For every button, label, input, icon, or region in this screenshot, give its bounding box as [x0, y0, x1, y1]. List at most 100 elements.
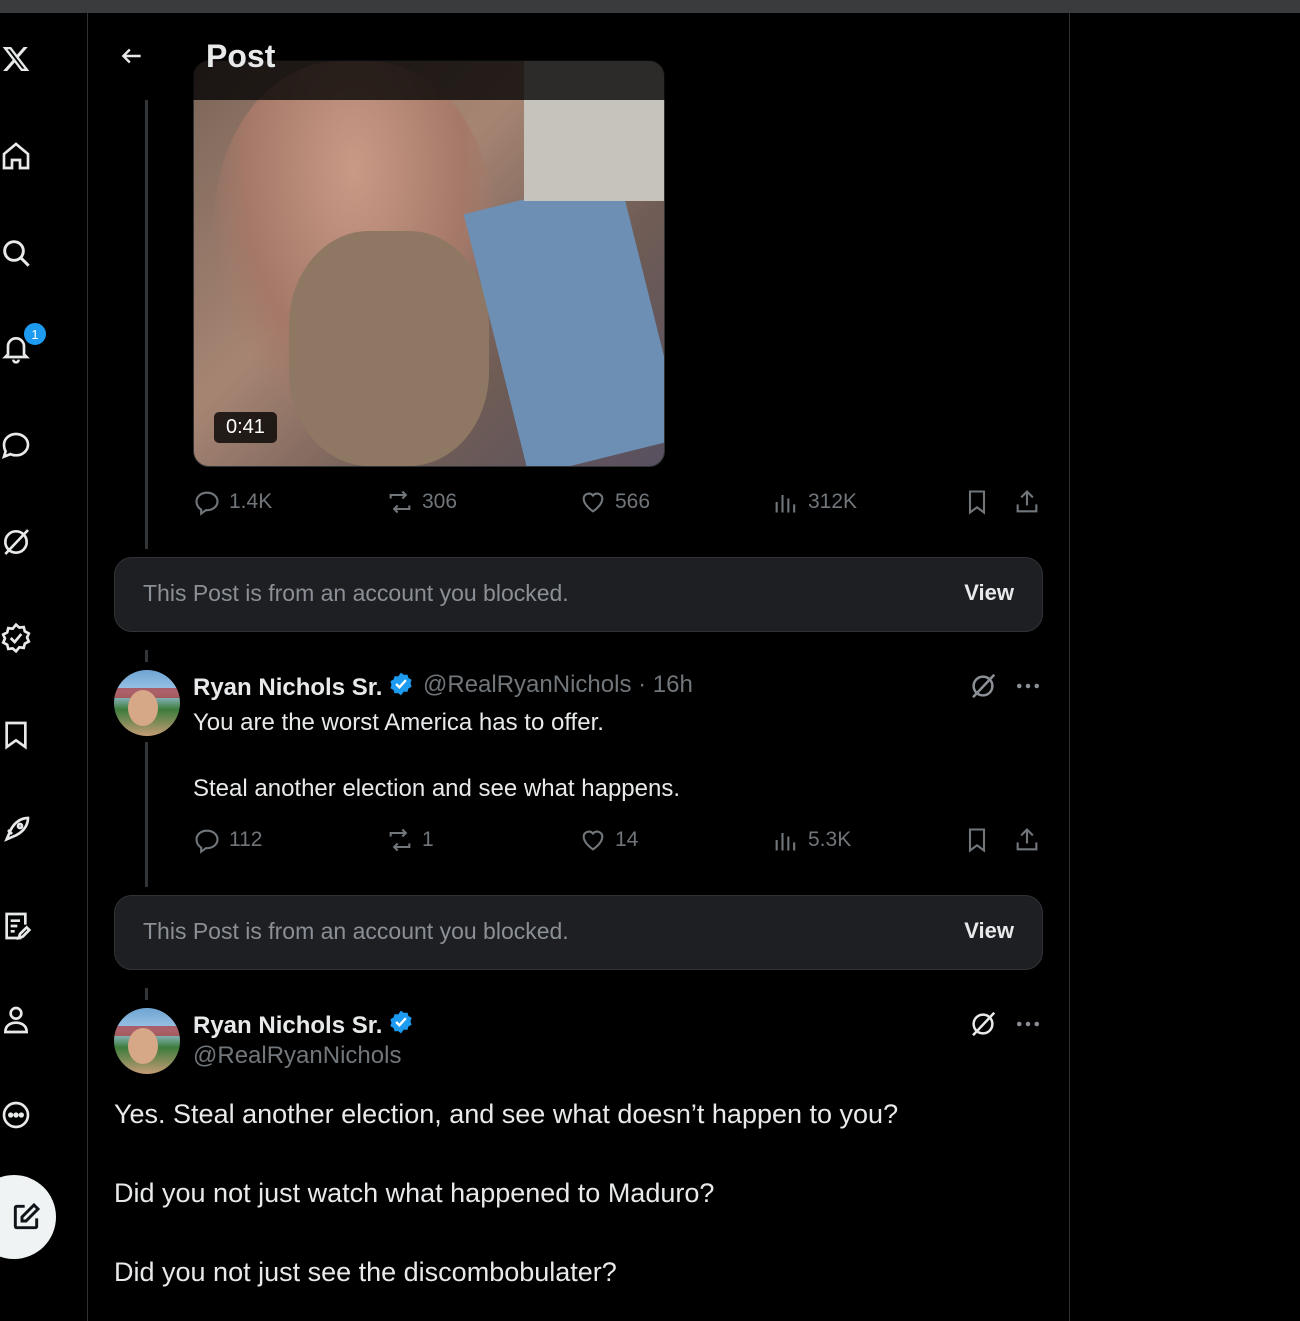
right-column-divider	[1069, 13, 1070, 1321]
avatar-detail	[128, 1028, 158, 1064]
lists-icon[interactable]	[0, 904, 38, 948]
blocked-notice-text: This Post is from an account you blocked…	[143, 918, 569, 944]
thread-line	[145, 742, 148, 887]
person-svg	[3, 1006, 29, 1034]
blocked-post-notice: This Post is from an account you blocked…	[114, 895, 1043, 970]
reply-text-line: Steal another election and see what happ…	[193, 775, 681, 802]
profile-icon[interactable]	[0, 998, 38, 1042]
share-button[interactable]	[1013, 826, 1041, 854]
thread-line	[145, 650, 148, 662]
more-options-button[interactable]	[1011, 669, 1045, 703]
share-icon	[1016, 828, 1038, 851]
post-text-line: Yes. Steal another election, and see wha…	[114, 1099, 899, 1129]
verified-orgs-icon[interactable]	[0, 616, 38, 660]
more-circle-svg	[2, 1101, 30, 1129]
like-count: 566	[615, 490, 651, 513]
more-icon[interactable]	[0, 1093, 38, 1137]
page-title: Post	[206, 38, 276, 74]
search-svg	[3, 240, 30, 267]
bookmark-button[interactable]	[963, 826, 991, 854]
browser-top-bar	[0, 0, 1300, 13]
avatar-detail	[128, 690, 158, 726]
premium-icon[interactable]	[0, 808, 38, 852]
video-thumbnail[interactable]	[193, 60, 665, 467]
view-blocked-post-button[interactable]: View	[964, 580, 1014, 606]
compose-icon	[13, 1202, 41, 1230]
bookmark-button[interactable]	[963, 488, 991, 516]
post-text-line: Did you not just watch what happened to …	[114, 1178, 715, 1208]
notifications-icon[interactable]: 1	[0, 321, 48, 371]
grok-icon[interactable]	[0, 520, 38, 564]
x-logo-icon[interactable]	[0, 37, 38, 81]
like-count: 14	[615, 828, 639, 851]
reply-button[interactable]: 112	[193, 826, 262, 854]
repost-button[interactable]: 306	[386, 488, 457, 516]
thread-line	[145, 100, 148, 549]
repost-button[interactable]: 1	[386, 826, 434, 854]
home-svg	[2, 142, 30, 170]
video-beard-shape	[289, 231, 489, 466]
author-handle[interactable]: @RealRyanNichols	[193, 1042, 401, 1070]
reply-button[interactable]: 1.4K	[193, 488, 272, 516]
bookmark-icon	[968, 828, 986, 853]
views-button[interactable]: 5.3K	[772, 826, 851, 854]
post-actions-bar: 1.4K 306 566 312K	[193, 488, 1043, 518]
rocket-svg	[4, 816, 30, 842]
notification-badge: 1	[22, 321, 48, 347]
view-count: 5.3K	[808, 828, 852, 851]
author-name[interactable]: Ryan Nichols Sr.	[193, 1009, 414, 1042]
home-icon[interactable]	[0, 134, 38, 178]
views-button[interactable]: 312K	[772, 488, 857, 516]
arrow-left-icon	[121, 48, 141, 64]
reply-icon	[195, 491, 219, 516]
reply-count: 112	[229, 828, 263, 851]
repost-count: 306	[422, 490, 458, 513]
search-icon[interactable]	[0, 231, 38, 275]
ellipsis-icon	[1017, 683, 1039, 689]
reply-icon	[195, 829, 219, 854]
messages-icon[interactable]	[0, 424, 38, 468]
post-actions-bar: 112 1 14 5.3K	[193, 826, 1043, 856]
grok-icon	[972, 673, 996, 699]
grok-icon	[972, 1011, 996, 1037]
share-button[interactable]	[1013, 488, 1041, 516]
grok-svg	[4, 529, 29, 555]
verified-badge-svg	[390, 672, 413, 696]
verified-svg	[1, 622, 31, 654]
verified-badge-svg	[390, 1010, 413, 1034]
bookmark-svg	[5, 721, 27, 750]
verified-badge-icon	[388, 671, 414, 704]
grok-explain-button[interactable]	[966, 1007, 1000, 1041]
author-name-text: Ryan Nichols Sr.	[193, 1011, 383, 1039]
view-blocked-post-button[interactable]: View	[964, 918, 1014, 944]
avatar[interactable]	[114, 670, 180, 736]
view-count: 312K	[808, 490, 858, 513]
more-options-button[interactable]	[1011, 1007, 1045, 1041]
author-name[interactable]: Ryan Nichols Sr.	[193, 671, 414, 704]
views-icon	[775, 833, 796, 851]
verified-badge-icon	[388, 1009, 414, 1042]
post-text-line: Did you not just see the discombobulater…	[114, 1257, 617, 1287]
bookmarks-icon[interactable]	[0, 713, 38, 757]
lists-svg	[5, 912, 32, 941]
blocked-notice-text: This Post is from an account you blocked…	[143, 580, 569, 606]
like-button[interactable]: 14	[579, 826, 638, 854]
ellipsis-icon	[1017, 1021, 1039, 1027]
blocked-post-notice: This Post is from an account you blocked…	[114, 557, 1043, 632]
heart-icon	[582, 830, 604, 851]
repost-icon	[389, 490, 411, 514]
message-svg	[1, 432, 30, 459]
avatar[interactable]	[114, 1008, 180, 1074]
like-button[interactable]: 566	[579, 488, 650, 516]
left-column-divider	[87, 13, 88, 1321]
author-handle-time[interactable]: @RealRyanNichols · 16h	[423, 671, 693, 699]
grok-explain-button[interactable]	[966, 669, 1000, 703]
repost-count: 1	[422, 828, 434, 851]
page-header: Post	[88, 14, 708, 100]
thread-line	[145, 988, 148, 1000]
heart-icon	[582, 492, 604, 513]
x-logo-svg	[2, 47, 30, 71]
compose-post-button[interactable]	[0, 1175, 56, 1259]
video-photo-shape	[463, 175, 664, 466]
back-button[interactable]	[114, 38, 150, 74]
